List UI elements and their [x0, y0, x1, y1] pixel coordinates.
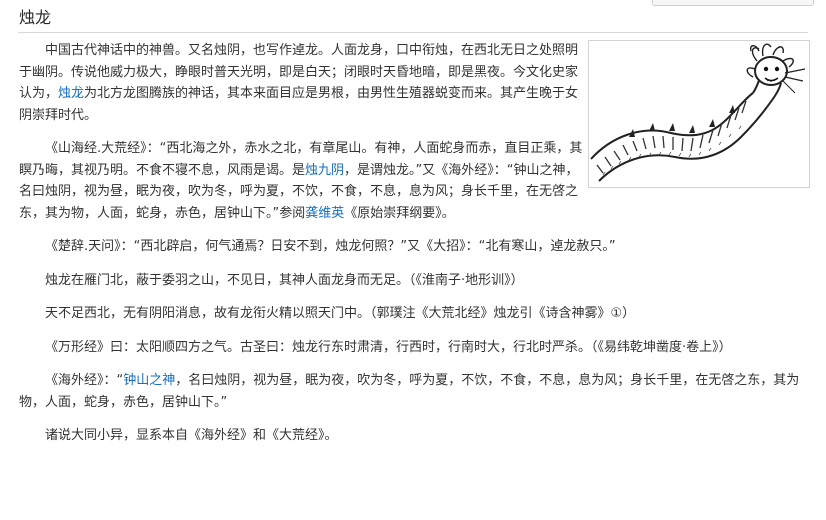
huainanzi-paragraph: 烛龙在雁门北，蔽于委羽之山，不见日，其神人面龙身而无足。（《淮南子·地形训》）	[45, 272, 524, 288]
guopu-paragraph: 天不足西北，无有阴阳消息，故有龙衔火精以照天门中。（郭璞注《大荒北经》烛龙引《诗…	[45, 306, 636, 321]
top-search-box-edge	[652, 0, 814, 6]
title-divider	[18, 32, 808, 33]
link-zhulong[interactable]: 烛龙	[58, 86, 84, 101]
link-zhongshan-zhishen[interactable]: 钟山之神	[123, 373, 175, 388]
chuci-paragraph: 《楚辞.天问》：“西北辟启，何气通焉？日安不到，烛龙何照？”又《大招》：“北有寒…	[45, 239, 616, 254]
wanxingjing-paragraph: 《万形经》曰：太阳顺四方之气。古圣曰：烛龙行东时肃清，行西时，行南时大，行北时严…	[45, 339, 732, 355]
haiwai-text-1: 《海外经》：“	[45, 373, 124, 388]
haiwaijing-paragraph: 《海外经》：“钟山之神，名曰烛阴，视为昼，眠为夜，吹为冬，呼为夏，不饮，不食，不…	[19, 370, 809, 413]
intro-text-2: 为北方龙图腾族的神话，其本来面目应是男根，由男性生殖器蜕变而来。其产生晚于女阴崇…	[19, 86, 579, 123]
shanhaijing-paragraph: 《山海经.大荒经》：“西北海之外，赤水之北，有章尾山。有神，人面蛇身而赤，直目正…	[19, 138, 584, 224]
link-gongweiying[interactable]: 龚维英	[305, 206, 344, 221]
summary-paragraph: 诸说大同小异，显系本自《海外经》和《大荒经》。	[45, 428, 338, 443]
article-content: 中国古代神话中的神兽。又名烛阴，也写作逴龙。人面龙身，口中衔烛，在西北无日之处照…	[19, 40, 809, 459]
intro-paragraph: 中国古代神话中的神兽。又名烛阴，也写作逴龙。人面龙身，口中衔烛，在西北无日之处照…	[19, 40, 584, 126]
shanhai-text-3: 《原始崇拜纲要》。	[344, 205, 455, 221]
link-zhujiuyin[interactable]: 烛九阴	[305, 163, 344, 178]
page-title: 烛龙	[19, 8, 52, 27]
